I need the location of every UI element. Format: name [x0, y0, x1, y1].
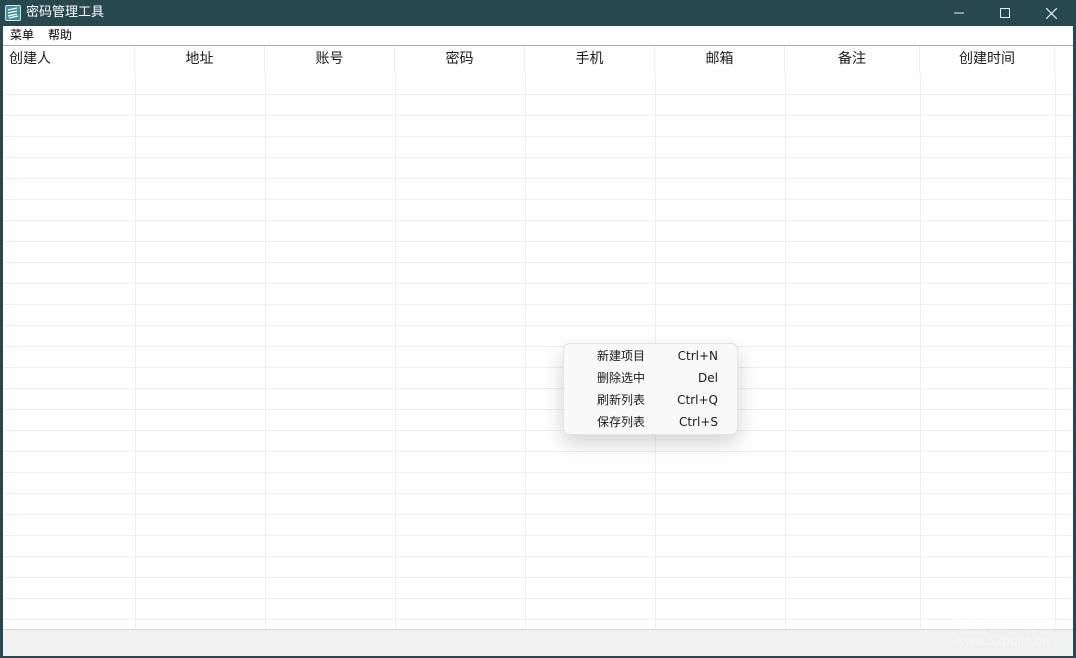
row-divider — [3, 262, 1073, 263]
row-divider — [3, 325, 1073, 326]
row-divider — [3, 598, 1073, 599]
row-divider — [3, 115, 1073, 116]
maximize-button[interactable] — [982, 0, 1028, 26]
minimize-icon — [954, 12, 964, 14]
row-divider — [3, 367, 1073, 368]
row-divider — [3, 535, 1073, 536]
watermark-text: 吾爱破解论坛 — [955, 614, 1058, 633]
row-divider — [3, 136, 1073, 137]
minimize-button[interactable] — [936, 0, 982, 26]
menu-bar: 菜单 帮助 — [3, 26, 1073, 45]
context-menu-item-save[interactable]: 保存列表 Ctrl+S — [564, 411, 737, 433]
row-divider — [3, 472, 1073, 473]
row-divider — [3, 451, 1073, 452]
context-menu-label: 刷新列表 — [597, 393, 646, 407]
close-button[interactable] — [1028, 0, 1074, 26]
column-header-created-time[interactable]: 创建时间 — [920, 46, 1055, 73]
column-header-notes[interactable]: 备注 — [785, 46, 920, 73]
context-menu-label: 新建项目 — [597, 349, 646, 363]
column-header-creator[interactable]: 创建人 — [3, 46, 135, 73]
status-bar — [3, 629, 1073, 656]
watermark-url: www.52pojie.cn — [955, 634, 1050, 648]
row-divider — [3, 241, 1073, 242]
context-menu-shortcut: Del — [698, 371, 718, 385]
column-header-address[interactable]: 地址 — [135, 46, 265, 73]
context-menu-shortcut: Ctrl+N — [677, 349, 718, 363]
row-divider — [3, 430, 1073, 431]
row-divider — [3, 388, 1073, 389]
row-divider — [3, 220, 1073, 221]
column-header-password[interactable]: 密码 — [395, 46, 525, 73]
row-divider — [3, 514, 1073, 515]
context-menu-item-new[interactable]: 新建项目 Ctrl+N — [564, 345, 737, 367]
context-menu: 新建项目 Ctrl+N 删除选中 Del 刷新列表 Ctrl+Q 保存列表 Ct… — [563, 343, 738, 435]
row-divider — [3, 556, 1073, 557]
column-header-phone[interactable]: 手机 — [525, 46, 655, 73]
row-divider — [3, 157, 1073, 158]
app-logo-icon — [5, 5, 21, 21]
context-menu-item-delete[interactable]: 删除选中 Del — [564, 367, 737, 389]
context-menu-item-refresh[interactable]: 刷新列表 Ctrl+Q — [564, 389, 737, 411]
menu-item-menu[interactable]: 菜单 — [8, 26, 36, 45]
context-menu-label: 删除选中 — [597, 371, 646, 385]
row-divider — [3, 199, 1073, 200]
column-header-email[interactable]: 邮箱 — [655, 46, 785, 73]
row-divider — [3, 577, 1073, 578]
maximize-icon — [1000, 8, 1010, 18]
title-bar[interactable]: 密码管理工具 — [0, 0, 1076, 26]
row-divider — [3, 94, 1073, 95]
row-divider — [3, 346, 1073, 347]
context-menu-shortcut: Ctrl+S — [678, 415, 718, 429]
column-header-account[interactable]: 账号 — [265, 46, 395, 73]
context-menu-shortcut: Ctrl+Q — [677, 393, 718, 407]
context-menu-label: 保存列表 — [597, 415, 646, 429]
close-icon — [1045, 7, 1057, 20]
row-divider — [3, 493, 1073, 494]
row-divider — [3, 304, 1073, 305]
table-header: 创建人 地址 账号 密码 手机 邮箱 备注 创建时间 — [3, 46, 1073, 73]
menu-item-help[interactable]: 帮助 — [46, 26, 74, 45]
window-title: 密码管理工具 — [26, 5, 105, 20]
row-divider — [3, 619, 1073, 620]
app-window: 密码管理工具 菜单 帮助 创建人 地址 账号 密码 手机 邮箱 备注 创建时间 … — [0, 0, 1076, 658]
data-table[interactable]: 创建人 地址 账号 密码 手机 邮箱 备注 创建时间 — [3, 45, 1073, 629]
row-divider — [3, 283, 1073, 284]
row-divider — [3, 409, 1073, 410]
row-divider — [3, 178, 1073, 179]
